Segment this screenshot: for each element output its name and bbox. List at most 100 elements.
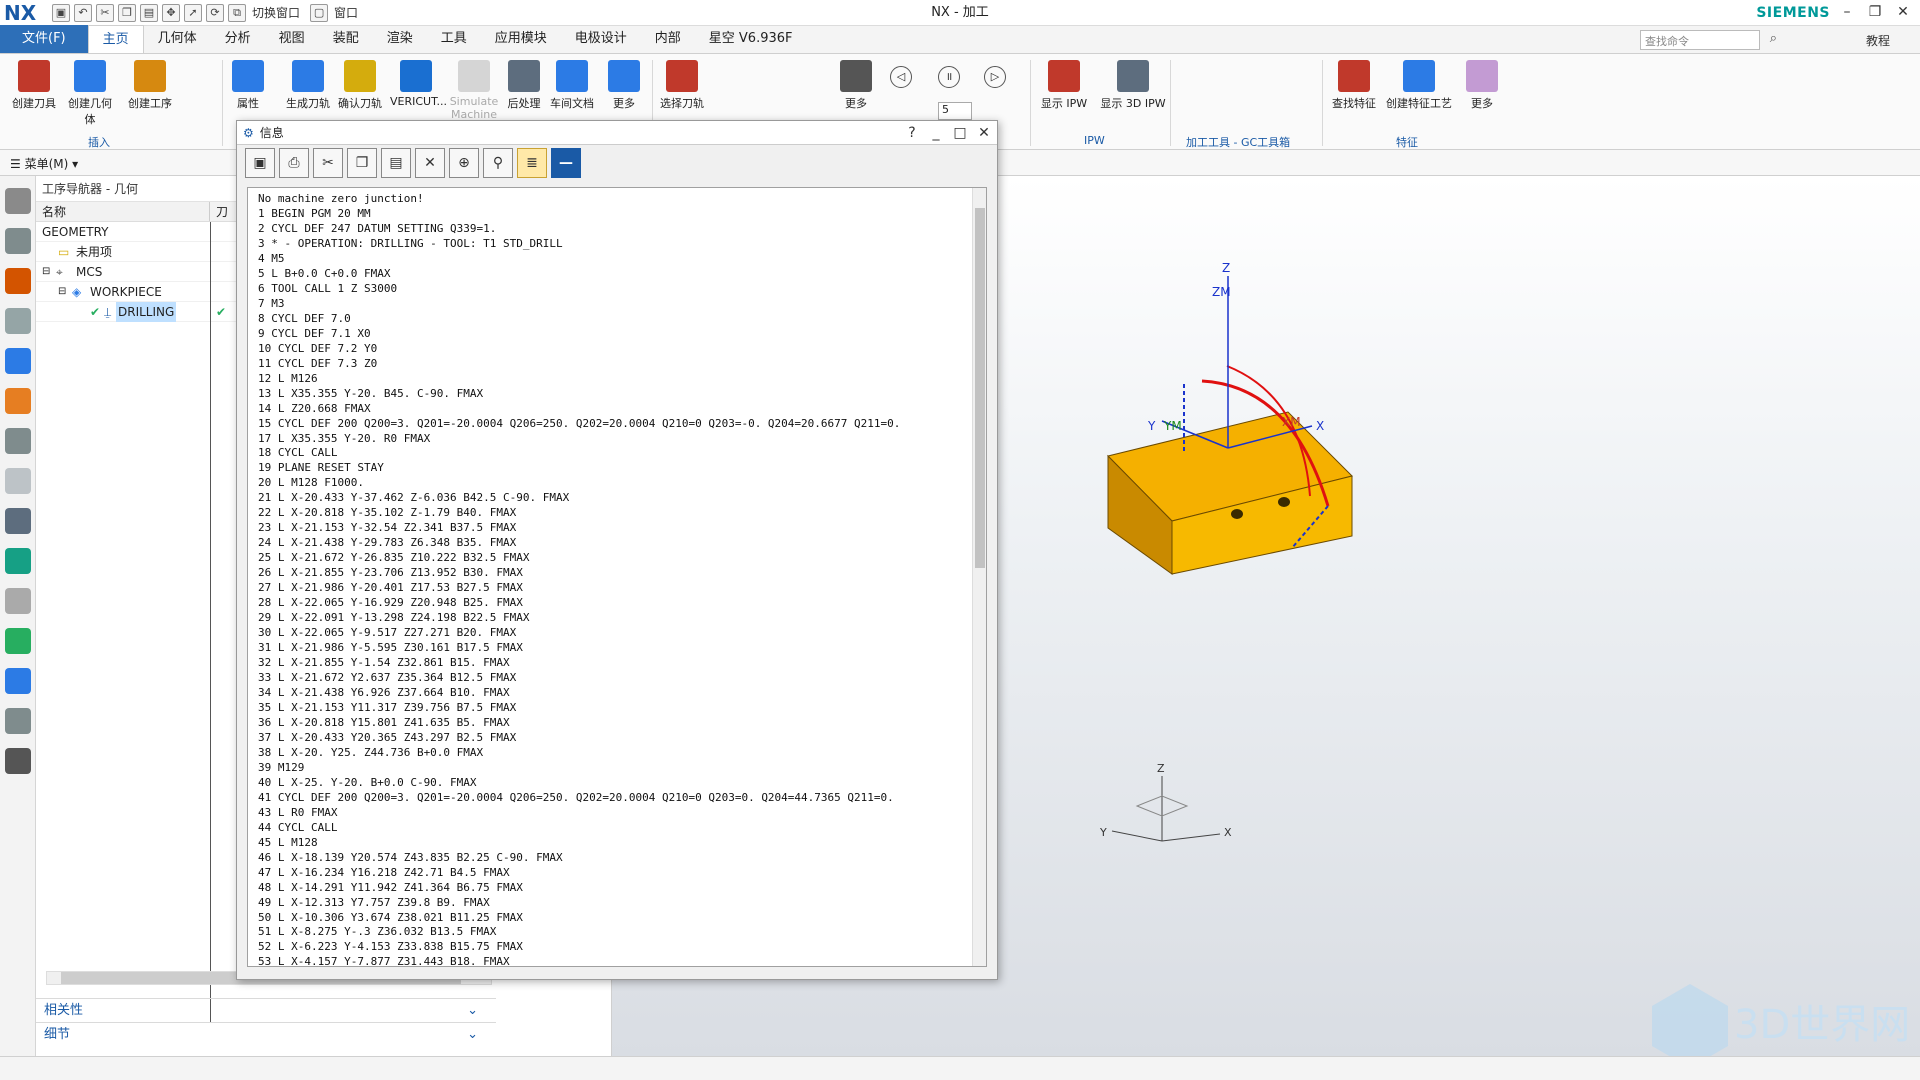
- restore-icon[interactable]: ❐: [1864, 2, 1886, 22]
- play-icon[interactable]: ▷: [984, 66, 1006, 88]
- tab-file[interactable]: 文件(F): [0, 25, 88, 53]
- cut-icon[interactable]: ✂: [96, 3, 114, 22]
- generate-toolpath-button[interactable]: 生成刀轨: [282, 60, 334, 111]
- switch-window-icon[interactable]: ⧉: [228, 3, 246, 22]
- tab-application[interactable]: 应用模块: [481, 25, 561, 53]
- machine-navigator-icon[interactable]: [4, 388, 31, 414]
- wrap-text-icon[interactable]: ≣: [517, 148, 547, 178]
- collapse-icon[interactable]: —: [551, 148, 581, 178]
- create-feature-process-button[interactable]: 创建特征工艺: [1384, 60, 1454, 111]
- print-icon[interactable]: ⎙: [279, 148, 309, 178]
- command-search-input[interactable]: 查找命令: [1640, 30, 1760, 50]
- select-icon[interactable]: ➚: [184, 3, 202, 22]
- find-icon[interactable]: ⚲: [483, 148, 513, 178]
- section-details[interactable]: 细节 ⌄: [36, 1022, 496, 1046]
- save-icon[interactable]: ▣: [52, 3, 70, 22]
- postprocess-icon: [508, 60, 540, 92]
- postprocess-button[interactable]: 后处理: [498, 60, 550, 111]
- column-tool[interactable]: 刀: [210, 202, 234, 221]
- expand-icon[interactable]: ⊟: [42, 262, 50, 282]
- tab-xingkong[interactable]: 星空 V6.936F: [695, 25, 807, 53]
- tab-internal[interactable]: 内部: [641, 25, 695, 53]
- show-3d-ipw-button[interactable]: 显示 3D IPW: [1100, 60, 1166, 111]
- rewind-icon[interactable]: ◁: [890, 66, 912, 88]
- part-navigator-icon[interactable]: [4, 308, 31, 334]
- tab-assembly[interactable]: 装配: [319, 25, 373, 53]
- tutorial-button[interactable]: 教程: [1866, 32, 1890, 49]
- pause-icon[interactable]: ॥: [938, 66, 960, 88]
- tab-tools[interactable]: 工具: [427, 25, 481, 53]
- copy-icon[interactable]: ❐: [118, 3, 136, 22]
- chevron-down-icon: ⌄: [467, 1027, 478, 1042]
- expand-icon[interactable]: ⊟: [58, 282, 66, 302]
- reuse-library-icon[interactable]: [4, 428, 31, 454]
- close-icon[interactable]: ✕: [977, 125, 991, 141]
- roles-icon[interactable]: [4, 748, 31, 774]
- tab-analysis[interactable]: 分析: [211, 25, 265, 53]
- paste-icon[interactable]: ▤: [140, 3, 158, 22]
- tool-library-icon[interactable]: [4, 708, 31, 734]
- maximize-icon[interactable]: □: [953, 125, 967, 141]
- vericut-button[interactable]: VERICUT...: [390, 60, 447, 108]
- vertical-scrollbar[interactable]: [972, 188, 986, 966]
- tab-view[interactable]: 视图: [265, 25, 319, 53]
- move-icon[interactable]: ✥: [162, 3, 180, 22]
- create-geometry-button[interactable]: 创建几何体: [64, 60, 116, 127]
- delete-icon[interactable]: ✕: [415, 148, 445, 178]
- select-toolpath-button[interactable]: 选择刀轨: [656, 60, 708, 111]
- tab-home[interactable]: 主页: [87, 25, 144, 53]
- constraint-navigator-icon[interactable]: [4, 268, 31, 294]
- minimize-icon[interactable]: _: [929, 125, 943, 141]
- settings-icon[interactable]: [4, 188, 31, 214]
- locate-icon[interactable]: ⊕: [449, 148, 479, 178]
- help-icon[interactable]: ?: [905, 125, 919, 141]
- dialog-title-bar[interactable]: ⚙ 信息 ? _ □ ✕: [237, 121, 997, 145]
- tree-item-label: MCS: [76, 265, 103, 279]
- info-text-area[interactable]: No machine zero junction! 1 BEGIN PGM 20…: [247, 187, 987, 967]
- paste-icon[interactable]: ▤: [381, 148, 411, 178]
- machining-tools-icon[interactable]: [4, 668, 31, 694]
- info-icon[interactable]: [4, 508, 31, 534]
- window-menu-button[interactable]: 窗口: [334, 4, 358, 21]
- section-dependencies[interactable]: 相关性 ⌄: [36, 998, 496, 1022]
- repeat-icon[interactable]: ⟳: [206, 3, 224, 22]
- axis-z-label: Z: [1222, 261, 1230, 275]
- more-button-1[interactable]: 更多: [598, 60, 650, 111]
- create-tool-button[interactable]: 创建刀具: [8, 60, 60, 111]
- find-feature-button[interactable]: 查找特征: [1328, 60, 1380, 111]
- verify-toolpath-button[interactable]: 确认刀轨: [334, 60, 386, 111]
- more-button-2[interactable]: 更多: [830, 60, 882, 111]
- tab-render[interactable]: 渲染: [373, 25, 427, 53]
- properties-icon: [232, 60, 264, 92]
- more-button-3[interactable]: 更多: [1456, 60, 1508, 111]
- menu-button[interactable]: ☰ 菜单(M) ▾: [10, 155, 78, 172]
- hd3d-icon[interactable]: [4, 468, 31, 494]
- ribbon-separator: [1170, 60, 1171, 146]
- show-ipw-button[interactable]: 显示 IPW: [1038, 60, 1090, 111]
- save-icon[interactable]: ▣: [245, 148, 275, 178]
- create-geometry-icon: [74, 60, 106, 92]
- properties-button[interactable]: 属性: [222, 60, 274, 111]
- shop-docs-button[interactable]: 车间文档: [546, 60, 598, 111]
- cut-icon[interactable]: ✂: [313, 148, 343, 178]
- window-icon[interactable]: ▢: [310, 3, 329, 22]
- minimize-icon[interactable]: –: [1836, 2, 1858, 22]
- history-icon[interactable]: [4, 588, 31, 614]
- assembly-navigator-icon[interactable]: [4, 228, 31, 254]
- create-operation-button[interactable]: 创建工序: [124, 60, 176, 111]
- column-name[interactable]: 名称: [36, 202, 210, 221]
- column-divider: [210, 222, 211, 1022]
- operation-navigator-icon[interactable]: [4, 348, 31, 374]
- copy-icon[interactable]: ❐: [347, 148, 377, 178]
- scroll-thumb[interactable]: [975, 208, 985, 568]
- web-browser-icon[interactable]: [4, 548, 31, 574]
- switch-window-button[interactable]: 切换窗口: [252, 4, 300, 21]
- search-icon[interactable]: ⌕: [1770, 31, 1777, 46]
- close-icon[interactable]: ✕: [1892, 2, 1914, 22]
- simulate-machine-button[interactable]: Simulate Machine: [448, 60, 500, 121]
- palette-icon[interactable]: [4, 628, 31, 654]
- tab-geometry[interactable]: 几何体: [144, 25, 211, 53]
- speed-spinner[interactable]: 5: [938, 102, 972, 120]
- undo-icon[interactable]: ↶: [74, 3, 92, 22]
- tab-electrode[interactable]: 电极设计: [561, 25, 641, 53]
